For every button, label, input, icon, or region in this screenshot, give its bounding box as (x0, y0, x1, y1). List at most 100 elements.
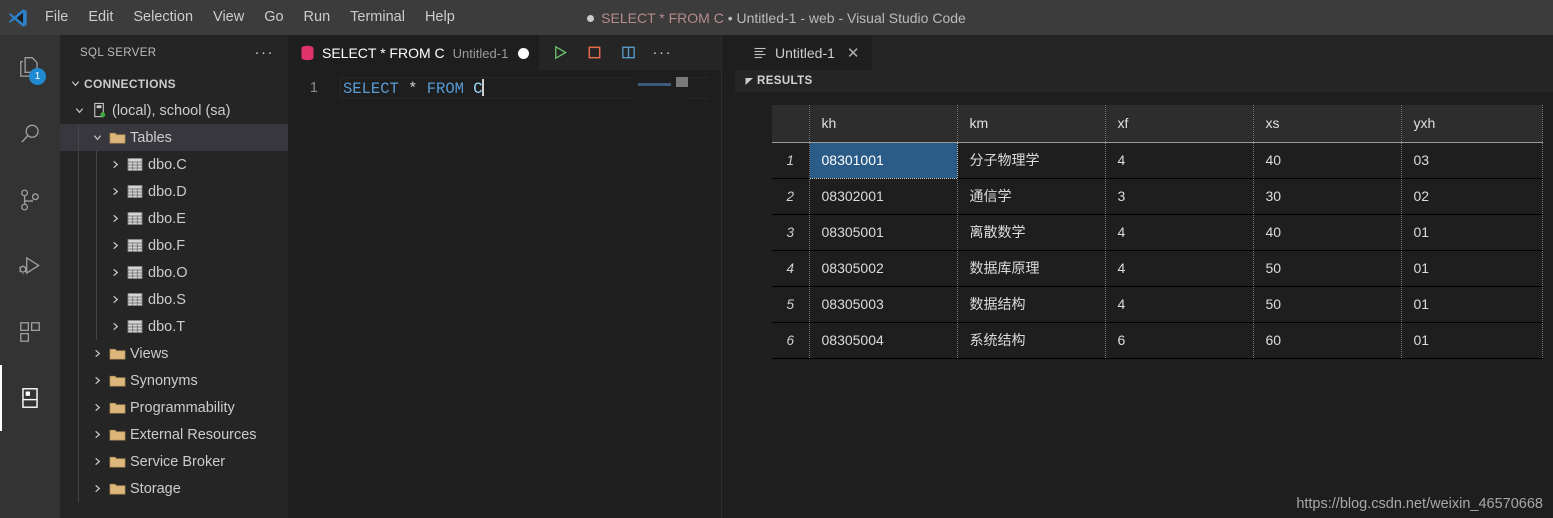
chevron-right-icon[interactable] (88, 429, 106, 440)
chevron-down-icon[interactable] (70, 105, 88, 116)
editor-results-divider[interactable] (721, 35, 722, 518)
chevron-right-icon[interactable] (106, 240, 124, 251)
results-grid[interactable]: kh km xf xs yxh 1 08301001 分子物理学 4 40 03 (772, 105, 1543, 359)
column-header-km[interactable]: km (957, 105, 1106, 143)
tree-item-service-broker[interactable]: Service Broker (60, 448, 288, 475)
run-query-button[interactable] (545, 35, 575, 70)
chevron-right-icon[interactable] (88, 483, 106, 494)
more-actions-button[interactable]: ··· (647, 35, 677, 70)
table-row[interactable]: 3 08305001 离散数学 4 40 01 (772, 214, 1543, 251)
cell-yxh[interactable]: 02 (1401, 178, 1543, 215)
cell-km[interactable]: 数据库原理 (957, 250, 1106, 287)
chevron-right-icon[interactable] (88, 375, 106, 386)
tree-item-synonyms[interactable]: Synonyms (60, 367, 288, 394)
tree-item-dbo-c[interactable]: dbo.C (60, 151, 288, 178)
cell-xs[interactable]: 30 (1253, 178, 1402, 215)
tree-item-dbo-t[interactable]: dbo.T (60, 313, 288, 340)
cell-xf[interactable]: 4 (1105, 214, 1254, 251)
chevron-right-icon[interactable] (106, 159, 124, 170)
cell-xf[interactable]: 4 (1105, 142, 1254, 179)
cell-xs[interactable]: 50 (1253, 286, 1402, 323)
tree-item-external-resources[interactable]: External Resources (60, 421, 288, 448)
cell-yxh[interactable]: 01 (1401, 286, 1543, 323)
sql-server-icon[interactable] (0, 365, 60, 431)
chevron-right-icon[interactable] (106, 321, 124, 332)
minimap-slider[interactable] (676, 77, 688, 87)
cell-xs[interactable]: 40 (1253, 142, 1402, 179)
cell-km[interactable]: 数据结构 (957, 286, 1106, 323)
menu-item-selection[interactable]: Selection (123, 0, 203, 35)
editor-minimap[interactable] (632, 77, 688, 518)
run-and-debug-icon[interactable] (0, 233, 60, 299)
column-header-xf[interactable]: xf (1105, 105, 1254, 143)
cell-xs[interactable]: 40 (1253, 214, 1402, 251)
editor-tab-untitled-1[interactable]: SELECT * FROM C Untitled-1 (288, 35, 540, 70)
cell-kh[interactable]: 08302001 (809, 178, 958, 215)
cell-kh[interactable]: 08305002 (809, 250, 958, 287)
cell-km[interactable]: 系统结构 (957, 322, 1106, 359)
cell-kh[interactable]: 08305001 (809, 214, 958, 251)
explorer-icon[interactable]: 1 (0, 35, 60, 101)
cell-kh[interactable]: 08301001 (808, 141, 958, 179)
menu-item-view[interactable]: View (203, 0, 254, 35)
extensions-icon[interactable] (0, 299, 60, 365)
cell-xf[interactable]: 6 (1105, 322, 1254, 359)
table-row[interactable]: 4 08305002 数据库原理 4 50 01 (772, 250, 1543, 287)
tree-item-tables[interactable]: Tables (60, 124, 288, 151)
results-section-header[interactable]: RESULTS (735, 70, 1553, 92)
table-row[interactable]: 5 08305003 数据结构 4 50 01 (772, 286, 1543, 323)
cell-yxh[interactable]: 01 (1401, 214, 1543, 251)
editor-vertical-scrollbar[interactable] (708, 77, 722, 518)
code-editor[interactable]: 1 SELECT * FROM C (288, 77, 722, 518)
chevron-right-icon[interactable] (88, 456, 106, 467)
chevron-right-icon[interactable] (106, 267, 124, 278)
cell-xs[interactable]: 60 (1253, 322, 1402, 359)
chevron-right-icon[interactable] (88, 402, 106, 413)
chevron-right-icon[interactable] (106, 186, 124, 197)
cell-km[interactable]: 离散数学 (957, 214, 1106, 251)
tree-item-storage[interactable]: Storage (60, 475, 288, 502)
sidebar-section-connections[interactable]: CONNECTIONS (60, 70, 288, 97)
menu-item-file[interactable]: File (35, 0, 78, 35)
cell-xf[interactable]: 3 (1105, 178, 1254, 215)
source-control-icon[interactable] (0, 167, 60, 233)
cancel-query-button[interactable] (579, 35, 609, 70)
collapse-triangle-icon[interactable] (741, 77, 757, 86)
tree-item-dbo-e[interactable]: dbo.E (60, 205, 288, 232)
tree-item-dbo-s[interactable]: dbo.S (60, 286, 288, 313)
tree-item-dbo-o[interactable]: dbo.O (60, 259, 288, 286)
tree-item-views[interactable]: Views (60, 340, 288, 367)
column-header-yxh[interactable]: yxh (1401, 105, 1543, 143)
column-header-xs[interactable]: xs (1253, 105, 1402, 143)
cell-xf[interactable]: 4 (1105, 250, 1254, 287)
menu-item-help[interactable]: Help (415, 0, 465, 35)
chevron-right-icon[interactable] (106, 294, 124, 305)
tree-item-dbo-d[interactable]: dbo.D (60, 178, 288, 205)
cell-yxh[interactable]: 01 (1401, 322, 1543, 359)
search-icon[interactable] (0, 101, 60, 167)
split-editor-button[interactable] (613, 35, 643, 70)
column-header-kh[interactable]: kh (809, 105, 958, 143)
results-tab-untitled-1[interactable]: Untitled-1 ✕ (735, 35, 872, 70)
menu-item-run[interactable]: Run (294, 0, 341, 35)
chevron-right-icon[interactable] (88, 348, 106, 359)
menu-item-edit[interactable]: Edit (78, 0, 123, 35)
menu-item-go[interactable]: Go (254, 0, 293, 35)
table-row[interactable]: 6 08305004 系统结构 6 60 01 (772, 322, 1543, 359)
tree-item-programmability[interactable]: Programmability (60, 394, 288, 421)
cell-xs[interactable]: 50 (1253, 250, 1402, 287)
cell-kh[interactable]: 08305003 (809, 286, 958, 323)
cell-km[interactable]: 通信学 (957, 178, 1106, 215)
cell-xf[interactable]: 4 (1105, 286, 1254, 323)
tree-item-server[interactable]: (local), school (sa) (60, 97, 288, 124)
menu-item-terminal[interactable]: Terminal (340, 0, 415, 35)
close-icon[interactable]: ✕ (847, 44, 860, 62)
table-row[interactable]: 2 08302001 通信学 3 30 02 (772, 178, 1543, 215)
tree-item-dbo-f[interactable]: dbo.F (60, 232, 288, 259)
editor-tab-dirty-indicator[interactable] (518, 47, 530, 59)
table-row[interactable]: 1 08301001 分子物理学 4 40 03 (772, 141, 1543, 179)
sidebar-more-icon[interactable]: ··· (255, 44, 275, 61)
cell-km[interactable]: 分子物理学 (957, 142, 1106, 179)
chevron-down-icon[interactable] (88, 132, 106, 143)
chevron-right-icon[interactable] (106, 213, 124, 224)
